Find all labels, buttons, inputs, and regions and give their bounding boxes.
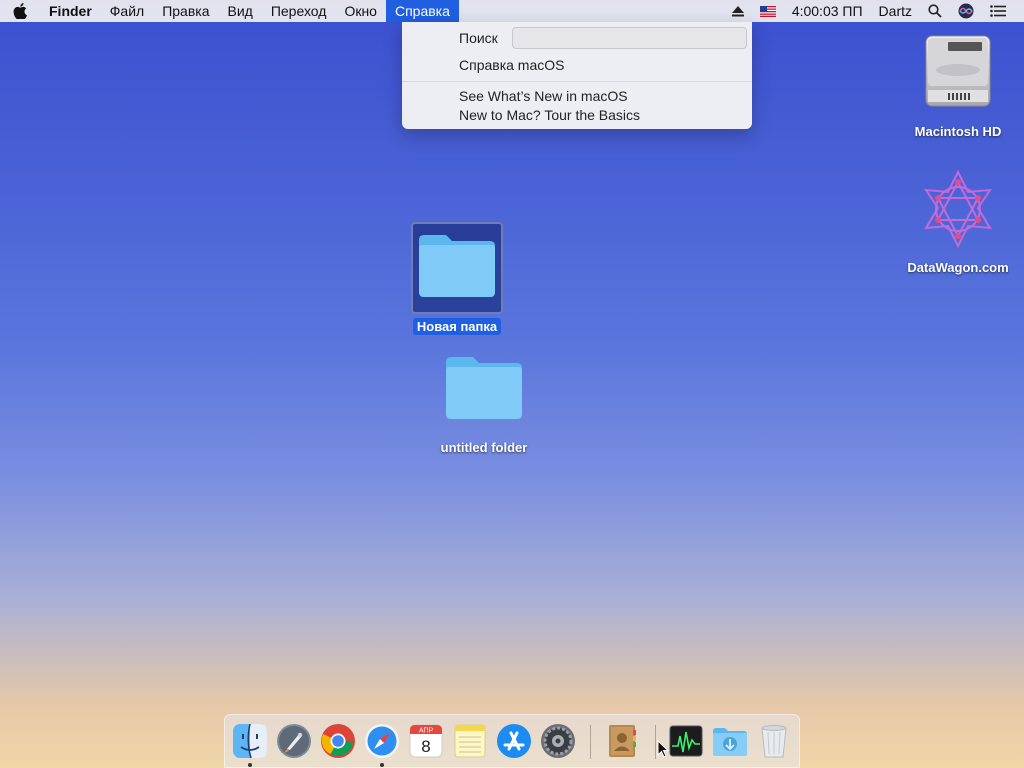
running-indicator — [248, 763, 252, 767]
dock-calendar-icon[interactable]: АПР 8 — [407, 722, 445, 760]
calendar-month: АПР — [419, 728, 434, 735]
menu-bar: Finder Файл Правка Вид Переход Окно Спра… — [0, 0, 1024, 22]
dock-trash-icon[interactable] — [755, 722, 793, 760]
help-search-input[interactable] — [512, 27, 747, 49]
menu-view[interactable]: Вид — [219, 0, 262, 22]
dock-safari-icon[interactable] — [363, 722, 401, 760]
menu-separator — [402, 81, 752, 82]
notification-center-icon[interactable] — [982, 0, 1014, 22]
menu-go[interactable]: Переход — [262, 0, 336, 22]
help-search-label: Поиск — [459, 30, 498, 46]
datawagon-logo-icon — [924, 169, 992, 249]
dock: АПР 8 — [224, 714, 800, 768]
desktop-label-datawagon: DataWagon.com — [907, 260, 1009, 275]
dock-launchpad-icon[interactable] — [275, 722, 313, 760]
desktop-label-new-folder: Новая папка — [412, 318, 502, 335]
dock-downloads-folder-icon[interactable] — [711, 722, 749, 760]
dock-separator — [590, 725, 591, 759]
mouse-cursor-icon — [657, 740, 669, 758]
apple-menu-icon[interactable] — [0, 0, 40, 22]
dock-app-store-icon[interactable] — [495, 722, 533, 760]
calendar-day: 8 — [421, 737, 430, 756]
dock-chrome-icon[interactable] — [319, 722, 357, 760]
menu-finder[interactable]: Finder — [40, 0, 101, 22]
dock-notes-icon[interactable] — [451, 722, 489, 760]
help-menu-dropdown: Поиск Справка macOS See What’s New in ma… — [402, 22, 752, 129]
dock-system-preferences-icon[interactable] — [539, 722, 577, 760]
eject-icon[interactable] — [724, 0, 752, 22]
hard-drive-icon — [925, 35, 991, 107]
folder-icon — [446, 357, 522, 419]
running-indicator — [380, 763, 384, 767]
desktop-label-macintosh-hd: Macintosh HD — [914, 124, 1002, 139]
dock-contacts-icon[interactable] — [603, 722, 641, 760]
desktop-label-untitled-folder: untitled folder — [440, 440, 528, 455]
clock[interactable]: 4:00:03 ПП — [784, 0, 871, 22]
spotlight-search-icon[interactable] — [920, 0, 950, 22]
dock-separator — [655, 725, 656, 759]
folder-icon — [419, 235, 495, 297]
menu-item-whats-new[interactable]: See What’s New in macOS — [459, 88, 628, 104]
menu-item-macos-help[interactable]: Справка macOS — [459, 57, 565, 73]
user-name[interactable]: Dartz — [871, 0, 920, 22]
desktop-icon-datawagon[interactable]: DataWagon.com — [903, 168, 1013, 275]
input-source-flag-icon[interactable] — [752, 0, 784, 22]
menu-file[interactable]: Файл — [101, 0, 153, 22]
menu-edit[interactable]: Правка — [153, 0, 218, 22]
help-search-row: Поиск — [402, 25, 752, 51]
dock-finder-icon[interactable] — [231, 722, 269, 760]
dock-activity-monitor-icon[interactable] — [667, 722, 705, 760]
desktop-icon-new-folder[interactable]: Новая папка — [402, 230, 512, 336]
menu-window[interactable]: Окно — [335, 0, 386, 22]
desktop-icon-macintosh-hd[interactable]: Macintosh HD — [903, 30, 1013, 139]
siri-icon[interactable] — [950, 0, 982, 22]
menu-help[interactable]: Справка — [385, 0, 459, 22]
desktop-icon-untitled-folder[interactable]: untitled folder — [429, 352, 539, 455]
menu-item-tour-basics[interactable]: New to Mac? Tour the Basics — [459, 107, 640, 123]
